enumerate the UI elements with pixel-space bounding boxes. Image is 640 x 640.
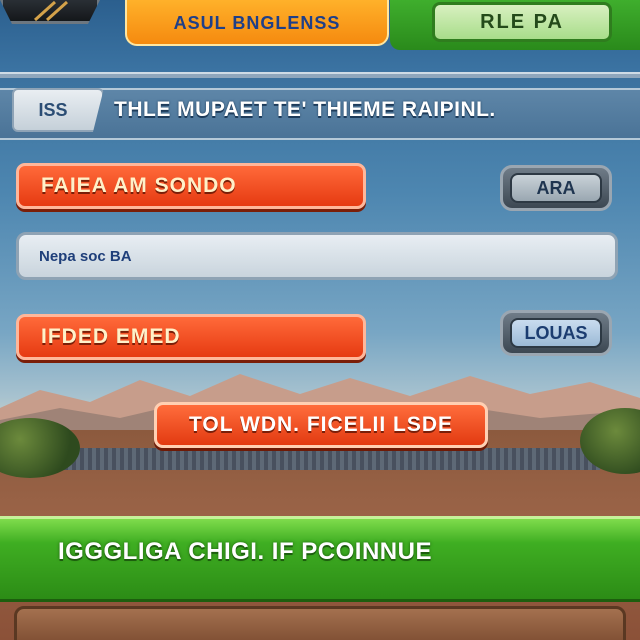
fence xyxy=(40,448,600,470)
red-option-button-1[interactable]: FAIEA AM SONDO xyxy=(16,163,366,209)
page-title: THLE MUPAET TE' THIEME RAIPINL. xyxy=(114,98,496,121)
side-button-1-label: ARA xyxy=(510,173,602,203)
title-tag: ISS xyxy=(12,88,104,132)
crossed-swords-icon xyxy=(33,0,69,22)
logo-badge xyxy=(0,0,100,24)
red-option-button-2[interactable]: IFDED EMED xyxy=(16,314,366,360)
top-bar-divider xyxy=(0,72,640,78)
side-button-2[interactable]: LOUAS xyxy=(500,310,612,356)
center-action-button[interactable]: TOL WDN. FICELII LSDE xyxy=(154,402,488,448)
text-input-bar[interactable]: Nepa soc BA xyxy=(16,232,618,280)
bottom-banner-text: IGGGLIGA CHIGI. IF PCOINNUE xyxy=(58,538,432,565)
bottom-panel xyxy=(14,606,626,640)
side-button-2-label: LOUAS xyxy=(510,318,602,348)
orange-top-button[interactable]: ASUL BNGLENSS xyxy=(125,0,389,46)
green-top-button[interactable]: RLE PA xyxy=(432,2,612,42)
side-button-1[interactable]: ARA xyxy=(500,165,612,211)
